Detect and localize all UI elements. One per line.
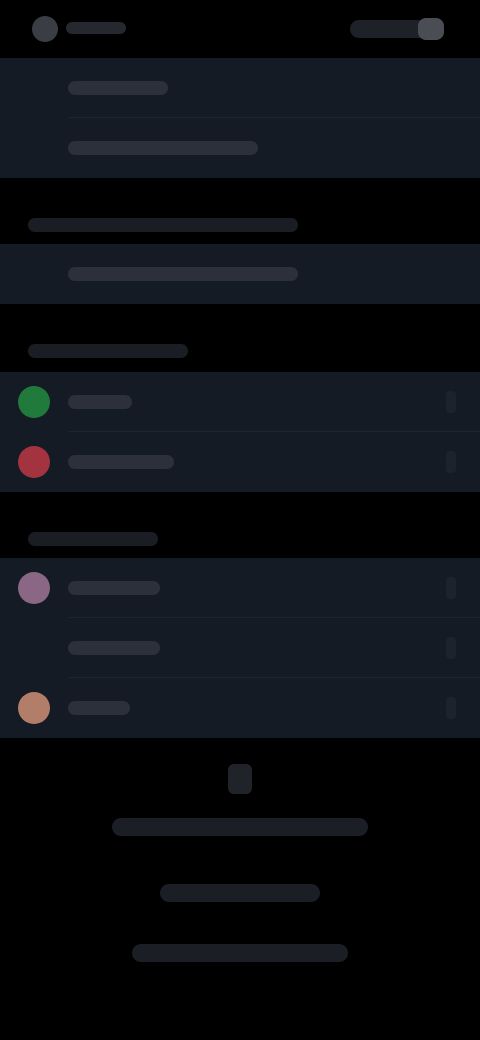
red-circle-icon (18, 446, 50, 478)
settings-row-7[interactable] (0, 618, 480, 678)
peach-circle-icon (18, 692, 50, 724)
status-text (66, 22, 126, 34)
row-label (68, 81, 168, 95)
chevron-right-icon (446, 391, 456, 413)
chevron-right-icon (446, 451, 456, 473)
chevron-right-icon (446, 637, 456, 659)
settings-group-middle (0, 244, 480, 304)
settings-row-2[interactable] (0, 118, 480, 178)
settings-row-5[interactable] (0, 432, 480, 492)
app-logo-icon (32, 16, 58, 42)
row-label (68, 581, 160, 595)
battery-icon (418, 18, 444, 40)
settings-row-4[interactable] (0, 372, 480, 432)
chevron-right-icon (446, 577, 456, 599)
green-circle-icon (18, 386, 50, 418)
status-bar (0, 0, 480, 60)
row-label (68, 395, 132, 409)
pink-circle-icon (18, 572, 50, 604)
section-header (28, 532, 158, 546)
settings-row-3[interactable] (0, 244, 480, 304)
row-label (68, 455, 174, 469)
row-label (68, 141, 258, 155)
row-label (68, 641, 160, 655)
settings-row-1[interactable] (0, 58, 480, 118)
row-label (68, 267, 298, 281)
settings-row-6[interactable] (0, 558, 480, 618)
footer-text-line-1 (112, 818, 368, 836)
footer-icon (228, 764, 252, 794)
footer-text-line-3 (132, 944, 348, 962)
settings-group-top (0, 58, 480, 178)
settings-row-8[interactable] (0, 678, 480, 738)
settings-group-apps (0, 372, 480, 492)
footer-text-line-2 (160, 884, 320, 902)
settings-group-more (0, 558, 480, 738)
section-header (28, 218, 298, 232)
row-label (68, 701, 130, 715)
chevron-right-icon (446, 697, 456, 719)
section-header (28, 344, 188, 358)
